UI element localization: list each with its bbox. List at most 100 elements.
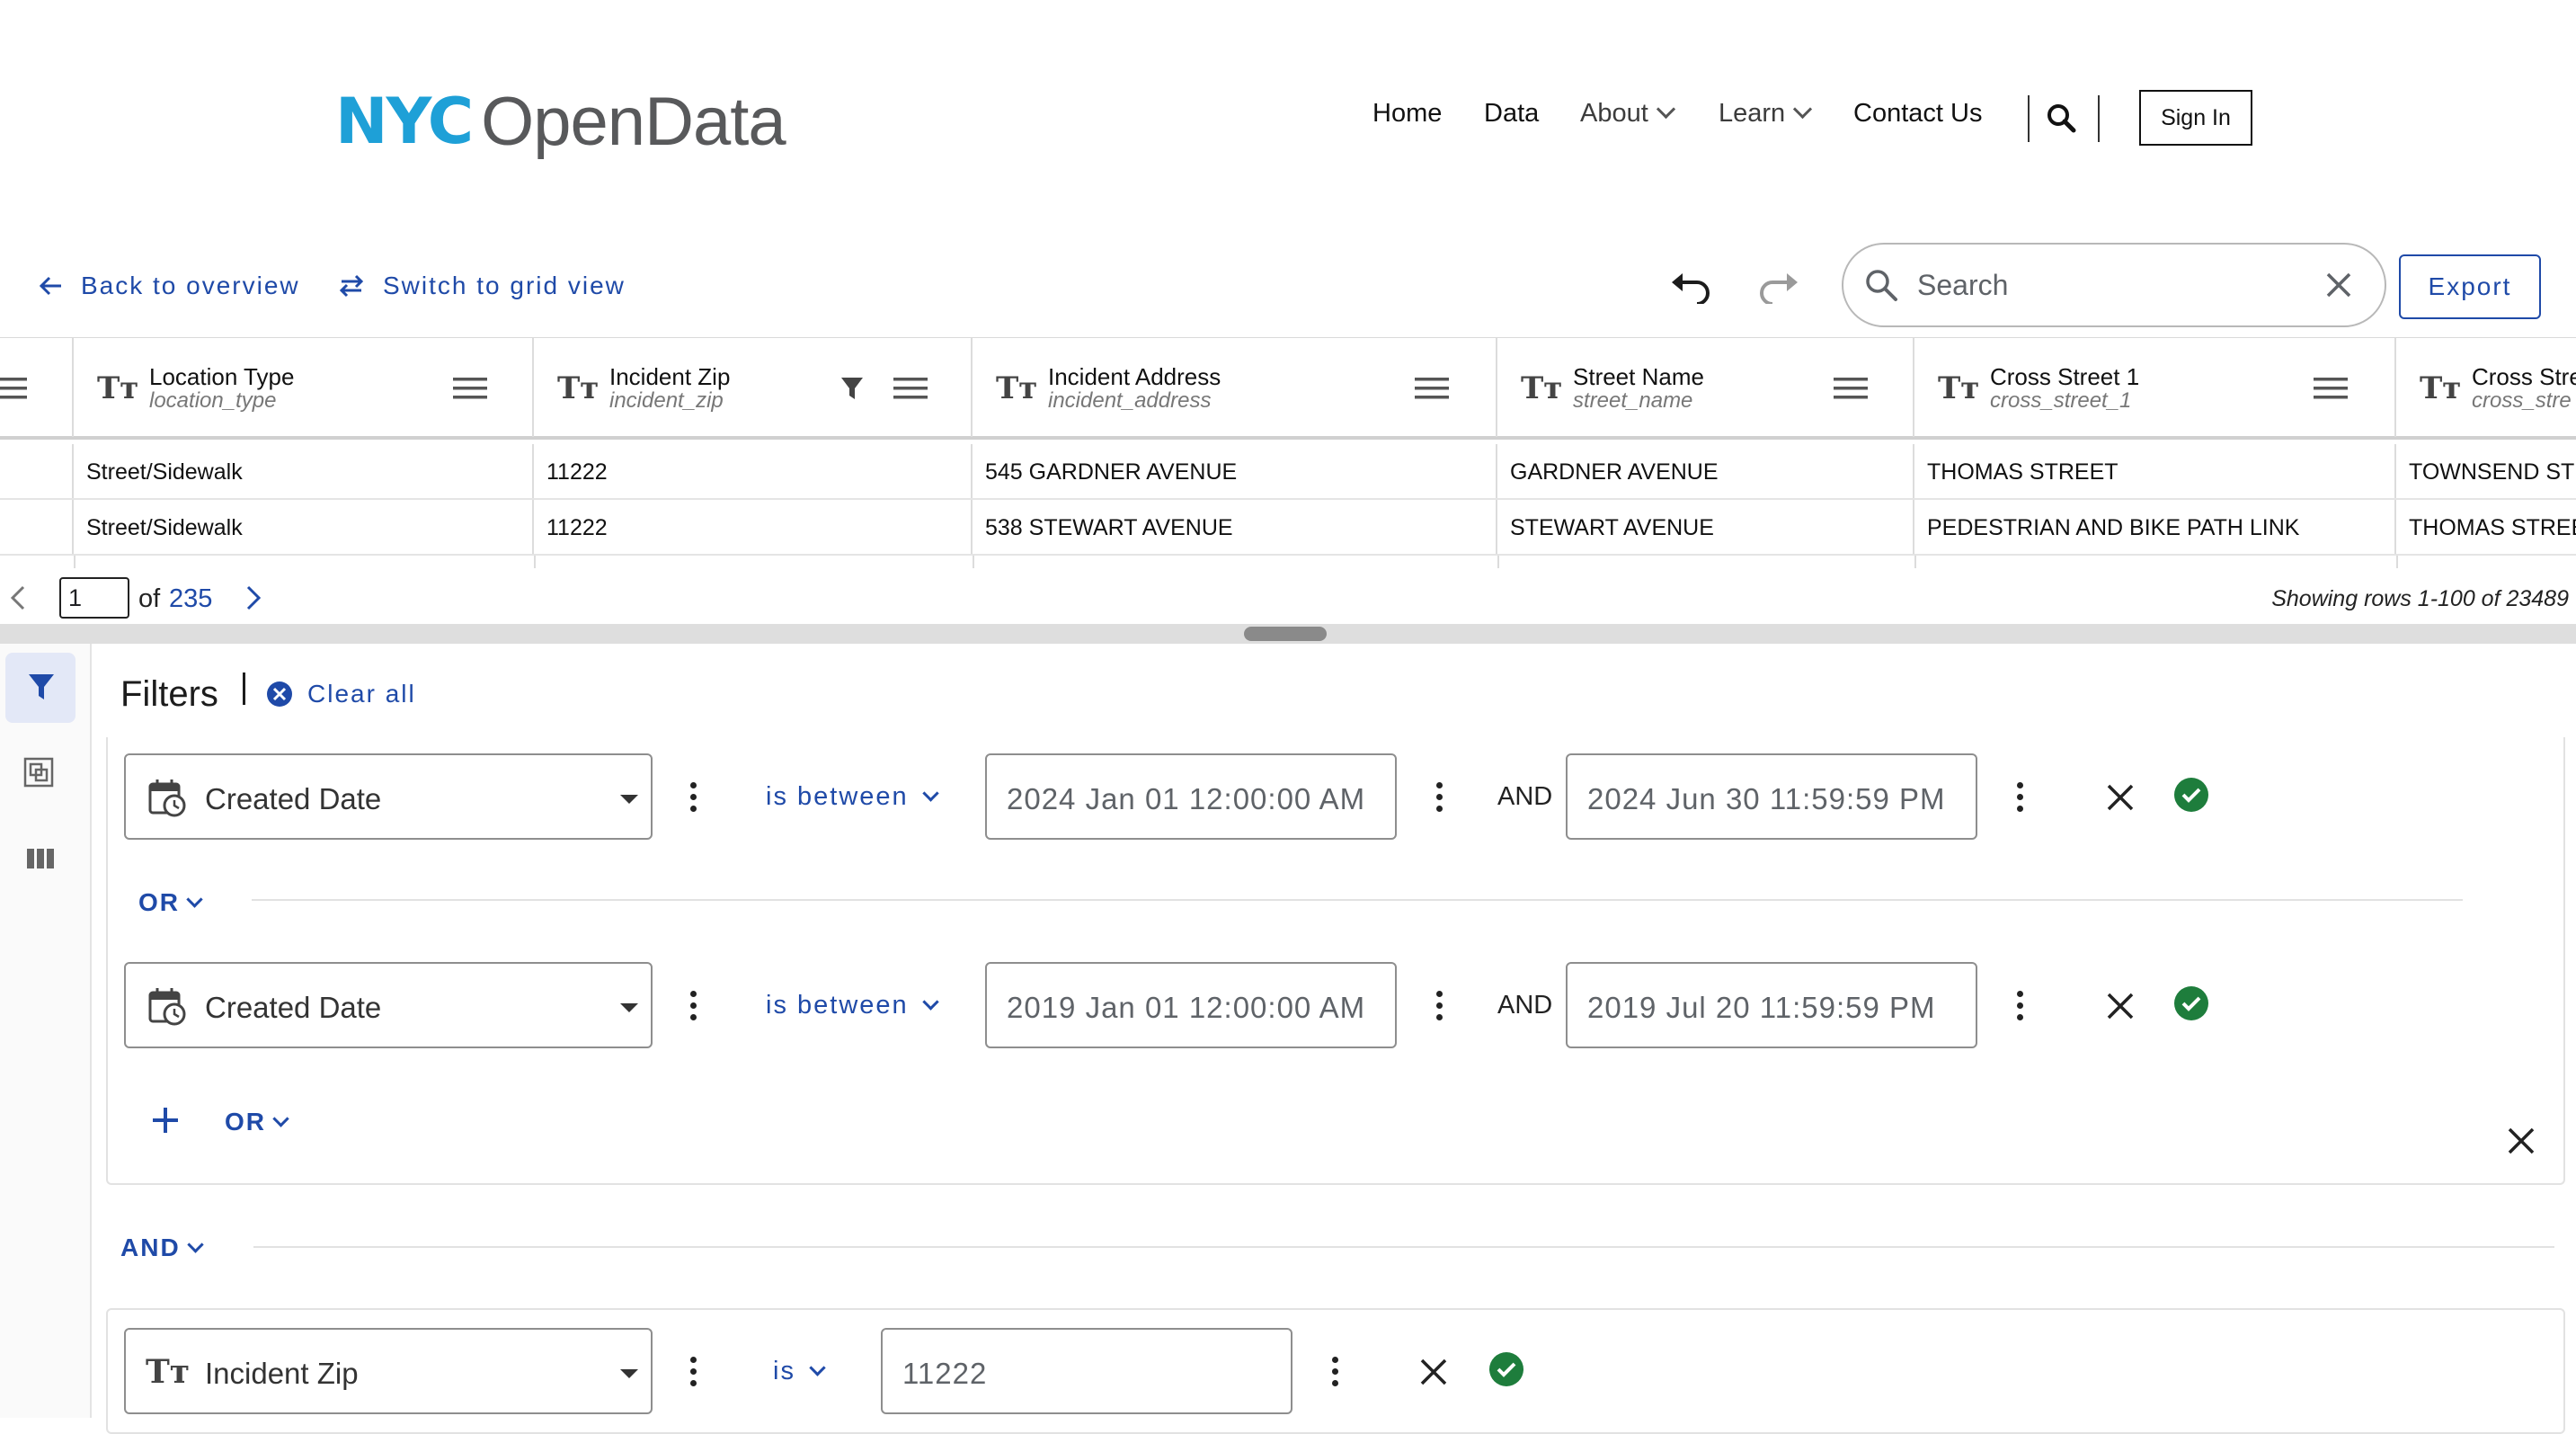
table-search-input[interactable]: Search	[1842, 243, 2386, 327]
add-or-select[interactable]: OR	[225, 1108, 289, 1136]
redo-icon[interactable]	[1756, 268, 1799, 304]
column-menu-icon[interactable]	[1834, 376, 1870, 401]
column-header-cross-street-2[interactable]: Tт Cross Stre cross_stre	[2396, 338, 2576, 437]
column-select[interactable]: Created Date	[124, 962, 653, 1048]
filter-icon	[29, 674, 54, 699]
column-menu-icon[interactable]	[0, 376, 29, 401]
columns-icon[interactable]	[27, 849, 54, 868]
column-menu-icon[interactable]	[453, 376, 489, 401]
nav-about[interactable]: About	[1580, 99, 1675, 129]
column-field: cross_street_1	[1990, 388, 2132, 413]
operator-select[interactable]: is between	[766, 991, 939, 1020]
chevron-left-icon[interactable]	[9, 584, 27, 611]
column-select[interactable]: Tт Incident Zip	[124, 1328, 653, 1414]
table-cell	[0, 444, 74, 498]
column-name: Cross Street 1	[1990, 363, 2140, 390]
date-to-input[interactable]: 2024 Jun 30 11:59:59 PM	[1566, 753, 1977, 840]
panel-splitter[interactable]	[0, 624, 2576, 644]
date-from-input[interactable]: 2024 Jan 01 12:00:00 AM	[985, 753, 1397, 840]
table-row-partial	[0, 556, 2576, 568]
date-from-value: 2019 Jan 01 12:00:00 AM	[1007, 991, 1366, 1024]
table-cell: THOMAS STREE	[2409, 515, 2576, 540]
date-to-input[interactable]: 2019 Jul 20 11:59:59 PM	[1566, 962, 1977, 1048]
group-icon[interactable]	[23, 757, 56, 789]
table-cell: Street/Sidewalk	[74, 500, 534, 554]
more-options-icon[interactable]	[690, 991, 697, 1026]
operator-label: is	[773, 1357, 795, 1385]
filters-tab[interactable]	[5, 653, 76, 723]
nyc-opendata-logo[interactable]: NYC OpenData	[335, 81, 786, 162]
table-cell: 538 STEWART AVENUE	[973, 500, 1497, 554]
and-connector[interactable]: AND	[120, 1234, 204, 1262]
export-button[interactable]: Export	[2399, 254, 2541, 319]
column-header-incident-address[interactable]: Tт Incident Address incident_address	[973, 338, 1497, 437]
column-header-partial[interactable]	[0, 338, 74, 437]
column-header-cross-street-1[interactable]: Tт Cross Street 1 cross_street_1	[1914, 338, 2396, 437]
more-options-icon[interactable]	[1436, 782, 1443, 817]
more-options-icon[interactable]	[1436, 991, 1443, 1026]
more-options-icon[interactable]	[1332, 1357, 1339, 1392]
chevron-down-icon	[272, 1109, 289, 1127]
more-options-icon[interactable]	[690, 782, 697, 817]
side-toolbar	[0, 644, 92, 1418]
column-select[interactable]: Created Date	[124, 753, 653, 840]
clear-search-icon[interactable]	[2325, 272, 2352, 298]
caret-down-icon	[620, 1369, 638, 1378]
chevron-down-icon	[186, 1235, 204, 1253]
column-name: Incident Address	[1048, 363, 1221, 390]
column-name: Street Name	[1573, 363, 1704, 390]
date-from-input[interactable]: 2019 Jan 01 12:00:00 AM	[985, 962, 1397, 1048]
filter-active-icon[interactable]	[841, 378, 863, 401]
nav-contact[interactable]: Contact Us	[1853, 99, 1982, 129]
column-name: Incident Zip	[609, 363, 731, 390]
remove-condition-icon[interactable]	[1420, 1358, 1447, 1385]
add-or-label: OR	[225, 1108, 266, 1136]
operator-select[interactable]: is between	[766, 782, 939, 812]
more-options-icon[interactable]	[690, 1357, 697, 1392]
switch-grid-view-link[interactable]: Switch to grid view	[338, 272, 626, 300]
column-menu-icon[interactable]	[893, 376, 929, 401]
chevron-right-icon[interactable]	[244, 584, 262, 611]
column-select-label: Created Date	[205, 782, 382, 815]
column-header-street-name[interactable]: Tт Street Name street_name	[1497, 338, 1914, 437]
page-number-input[interactable]: 1	[59, 577, 129, 619]
text-type-icon: Tт	[146, 1353, 191, 1391]
remove-condition-icon[interactable]	[2107, 784, 2134, 811]
showing-rows-label: Showing rows 1-100 of 23489	[2271, 586, 2569, 611]
back-to-overview-label: Back to overview	[81, 272, 300, 299]
table-row[interactable]: Street/Sidewalk 11222 538 STEWART AVENUE…	[0, 500, 2576, 556]
column-menu-icon[interactable]	[1415, 376, 1451, 401]
remove-condition-icon[interactable]	[2107, 993, 2134, 1020]
table-row[interactable]: Street/Sidewalk 11222 545 GARDNER AVENUE…	[0, 444, 2576, 500]
search-icon[interactable]	[2046, 102, 2076, 133]
connector-line	[253, 1246, 2554, 1248]
value-input[interactable]: 11222	[881, 1328, 1292, 1414]
more-options-icon[interactable]	[2017, 991, 2024, 1026]
chevron-down-icon	[809, 1359, 826, 1376]
back-to-overview-link[interactable]: Back to overview	[38, 272, 300, 300]
check-circle-icon	[2174, 986, 2208, 1020]
nav-learn[interactable]: Learn	[1719, 99, 1813, 129]
add-icon[interactable]	[151, 1106, 180, 1135]
search-placeholder: Search	[1917, 268, 2009, 301]
column-select-label: Incident Zip	[205, 1357, 359, 1390]
table-cell: 11222	[534, 444, 973, 498]
column-header-location-type[interactable]: Tт Location Type location_type	[74, 338, 534, 437]
clear-all-button[interactable]: Clear all	[266, 680, 416, 708]
nav-data[interactable]: Data	[1484, 99, 1539, 129]
or-label: OR	[138, 888, 180, 916]
sign-in-button[interactable]: Sign In	[2139, 90, 2252, 146]
check-circle-icon	[2174, 778, 2208, 812]
drag-handle[interactable]	[1244, 627, 1327, 641]
or-connector[interactable]: OR	[138, 888, 203, 917]
more-options-icon[interactable]	[2017, 782, 2024, 817]
remove-group-icon[interactable]	[2508, 1127, 2535, 1154]
column-name: Location Type	[149, 363, 295, 390]
undo-icon[interactable]	[1670, 268, 1713, 304]
column-header-incident-zip[interactable]: Tт Incident Zip incident_zip	[534, 338, 973, 437]
nav-home[interactable]: Home	[1372, 99, 1442, 129]
column-menu-icon[interactable]	[2314, 376, 2349, 401]
text-type-icon: Tт	[1521, 370, 1563, 406]
column-select-label: Created Date	[205, 991, 382, 1024]
operator-select[interactable]: is	[773, 1357, 826, 1386]
